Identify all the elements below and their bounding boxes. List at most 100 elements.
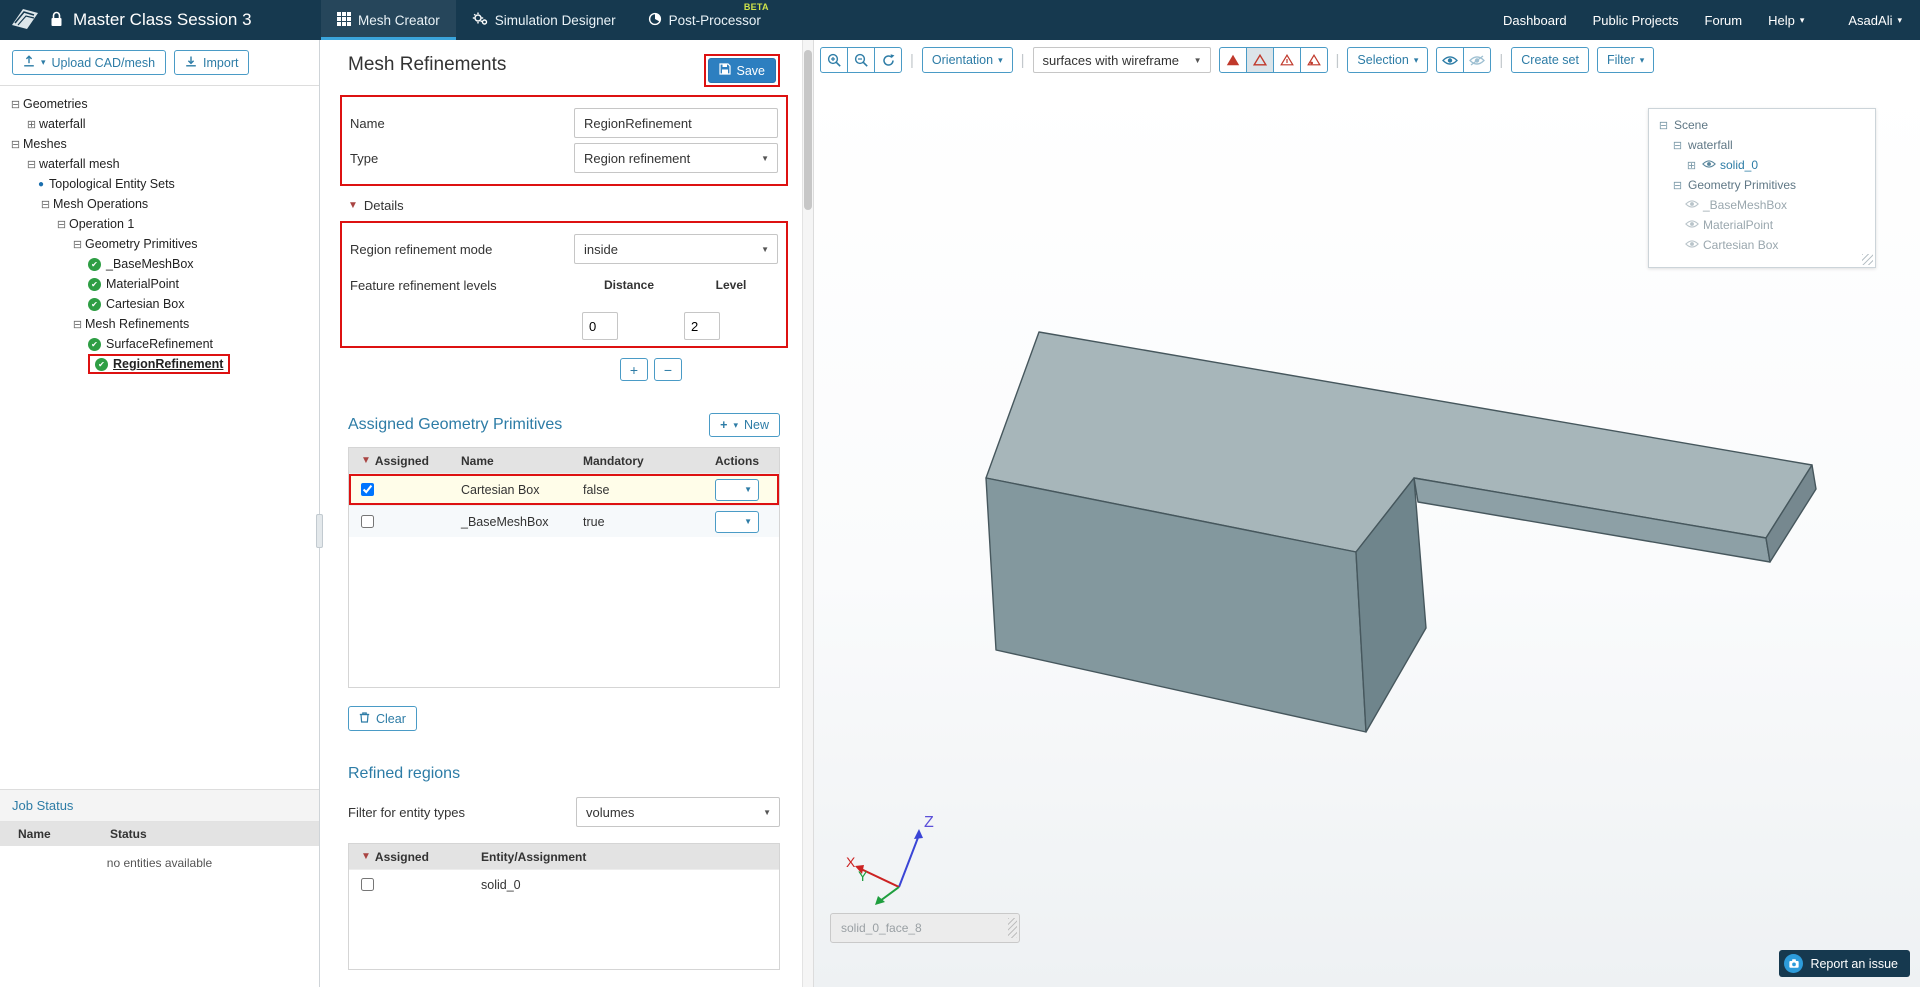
overlay-resize-handle[interactable] [1862, 254, 1873, 265]
collapse-icon[interactable]: ⊟ [1657, 119, 1670, 132]
render-canvas[interactable]: ⊟Scene ⊟waterfall ⊞solid_0 ⊟Geometry Pri… [814, 80, 1920, 987]
tree-item-waterfall[interactable]: ⊞waterfall [0, 114, 319, 134]
tree-item-cartesian-box[interactable]: ✔Cartesian Box [0, 294, 319, 314]
remove-row-button[interactable]: − [654, 358, 682, 381]
tab-simulation-designer[interactable]: Simulation Designer [456, 0, 632, 40]
tab-mesh-creator[interactable]: Mesh Creator [321, 0, 456, 40]
collapse-icon[interactable]: ⊟ [24, 158, 39, 171]
panel-title: Mesh Refinements [348, 54, 506, 76]
orientation-button[interactable]: Orientation▾ [922, 47, 1013, 73]
collapse-icon[interactable]: ⊟ [1671, 179, 1684, 192]
hide-selection-button[interactable] [1463, 47, 1491, 73]
tree-item-materialpoint[interactable]: ✔MaterialPoint [0, 274, 319, 294]
expand-icon[interactable]: ⊞ [24, 118, 39, 131]
distance-input[interactable] [582, 312, 618, 340]
collapse-icon[interactable]: ⊟ [8, 98, 23, 111]
scene-tree-item-solid0[interactable]: ⊞solid_0 [1657, 155, 1867, 175]
assigned-checkbox[interactable] [361, 515, 374, 528]
entity-set-icon: ● [38, 179, 44, 190]
add-row-button[interactable]: + [620, 358, 648, 381]
row-actions-dropdown[interactable]: ▼ [715, 511, 759, 533]
assigned-checkbox[interactable] [361, 483, 374, 496]
sort-icon[interactable]: ▼ [361, 455, 371, 466]
upload-cad-button[interactable]: ▾ Upload CAD/mesh [12, 50, 166, 75]
name-input[interactable] [574, 108, 778, 138]
hovered-face-label: solid_0_face_8 [830, 913, 1020, 943]
table-row-basemeshbox[interactable]: _BaseMeshBox true ▼ [349, 505, 779, 537]
mesh-quality-worst-button[interactable] [1300, 47, 1328, 73]
tree-item-operation-1[interactable]: ⊟Operation 1 [0, 214, 319, 234]
tree-item-topological-entity-sets[interactable]: ●Topological Entity Sets [0, 174, 319, 194]
collapse-icon[interactable]: ⊟ [1671, 139, 1684, 152]
scrollbar-thumb[interactable] [804, 50, 812, 210]
reset-view-button[interactable] [874, 47, 902, 73]
tree-item-regionrefinement[interactable]: ✔ RegionRefinement [0, 354, 319, 374]
tree-item-mesh-operations[interactable]: ⊟Mesh Operations [0, 194, 319, 214]
show-selection-button[interactable] [1436, 47, 1464, 73]
collapse-icon[interactable]: ⊟ [8, 138, 23, 151]
scene-tree-item-geometry-primitives[interactable]: ⊟Geometry Primitives [1657, 175, 1867, 195]
scene-tree-item-scene[interactable]: ⊟Scene [1657, 115, 1867, 135]
tree-item-meshes[interactable]: ⊟Meshes [0, 134, 319, 154]
tree-item-surfacerefinement[interactable]: ✔SurfaceRefinement [0, 334, 319, 354]
table-row-solid0[interactable]: solid_0 [349, 869, 779, 899]
sort-icon[interactable]: ▼ [361, 851, 371, 862]
entity-filter-select[interactable]: volumes ▼ [576, 797, 780, 827]
panel-scrollbar[interactable] [802, 40, 814, 987]
eye-icon[interactable] [1685, 198, 1699, 212]
col-mandatory: Mandatory [571, 454, 687, 468]
user-menu[interactable]: AsadAli▾ [1848, 13, 1902, 28]
scene-tree-item-waterfall[interactable]: ⊟waterfall [1657, 135, 1867, 155]
type-select[interactable]: Region refinement ▼ [574, 143, 778, 173]
mesh-quality-solid-button[interactable] [1219, 47, 1247, 73]
nav-forum[interactable]: Forum [1705, 13, 1743, 28]
region-mode-select[interactable]: inside ▼ [574, 234, 778, 264]
details-toggle[interactable]: ▼ Details [348, 198, 780, 213]
collapse-icon[interactable]: ⊟ [54, 218, 69, 231]
assigned-primitives-heading: Assigned Geometry Primitives [348, 416, 562, 434]
plus-icon: + [720, 418, 727, 432]
clear-button[interactable]: Clear [348, 706, 417, 731]
scene-tree-item-basemeshbox[interactable]: _BaseMeshBox [1657, 195, 1867, 215]
sidebar-resize-handle[interactable] [316, 514, 323, 548]
table-row-cartesian-box[interactable]: Cartesian Box false ▼ [349, 473, 779, 505]
zoom-out-button[interactable] [847, 47, 875, 73]
collapse-icon[interactable]: ⊟ [70, 238, 85, 251]
tree-item-waterfall-mesh[interactable]: ⊟waterfall mesh [0, 154, 319, 174]
mesh-quality-histogram-button[interactable] [1273, 47, 1301, 73]
display-mode-select[interactable]: surfaces with wireframe ▼ [1033, 47, 1211, 73]
create-set-button[interactable]: Create set [1511, 47, 1589, 73]
report-issue-button[interactable]: Report an issue [1779, 950, 1910, 977]
mesh-quality-outline-button[interactable] [1246, 47, 1274, 73]
label-resize-handle[interactable] [1008, 918, 1017, 938]
toolbar-separator: | [1021, 52, 1025, 69]
tree-item-geometries[interactable]: ⊟Geometries [0, 94, 319, 114]
eye-icon[interactable] [1685, 218, 1699, 232]
assigned-checkbox[interactable] [361, 878, 374, 891]
level-header: Level [684, 278, 778, 292]
filter-button[interactable]: Filter▾ [1597, 47, 1654, 73]
nav-help[interactable]: Help▾ [1768, 13, 1804, 28]
nav-public-projects[interactable]: Public Projects [1593, 13, 1679, 28]
nav-dashboard[interactable]: Dashboard [1503, 13, 1567, 28]
check-icon: ✔ [95, 358, 108, 371]
eye-icon[interactable] [1685, 238, 1699, 252]
scene-tree-item-materialpoint[interactable]: MaterialPoint [1657, 215, 1867, 235]
row-actions-dropdown[interactable]: ▼ [715, 479, 759, 501]
expand-icon[interactable]: ⊞ [1685, 159, 1698, 172]
collapse-icon[interactable]: ⊟ [70, 318, 85, 331]
selection-button[interactable]: Selection▾ [1347, 47, 1428, 73]
tab-post-processor[interactable]: BETA Post-Processor [632, 0, 777, 40]
tree-item-geometry-primitives[interactable]: ⊟Geometry Primitives [0, 234, 319, 254]
collapse-icon[interactable]: ⊟ [38, 198, 53, 211]
level-input[interactable] [684, 312, 720, 340]
tree-item-mesh-refinements[interactable]: ⊟Mesh Refinements [0, 314, 319, 334]
eye-icon[interactable] [1702, 158, 1716, 172]
zoom-in-button[interactable] [820, 47, 848, 73]
import-button[interactable]: Import [174, 50, 249, 75]
new-primitive-button[interactable]: + ▾ New [709, 413, 780, 437]
save-button[interactable]: Save [708, 58, 777, 83]
chevron-down-icon: ▾ [733, 421, 738, 430]
scene-tree-item-cartesian-box[interactable]: Cartesian Box [1657, 235, 1867, 255]
tree-item-basemeshbox[interactable]: ✔_BaseMeshBox [0, 254, 319, 274]
